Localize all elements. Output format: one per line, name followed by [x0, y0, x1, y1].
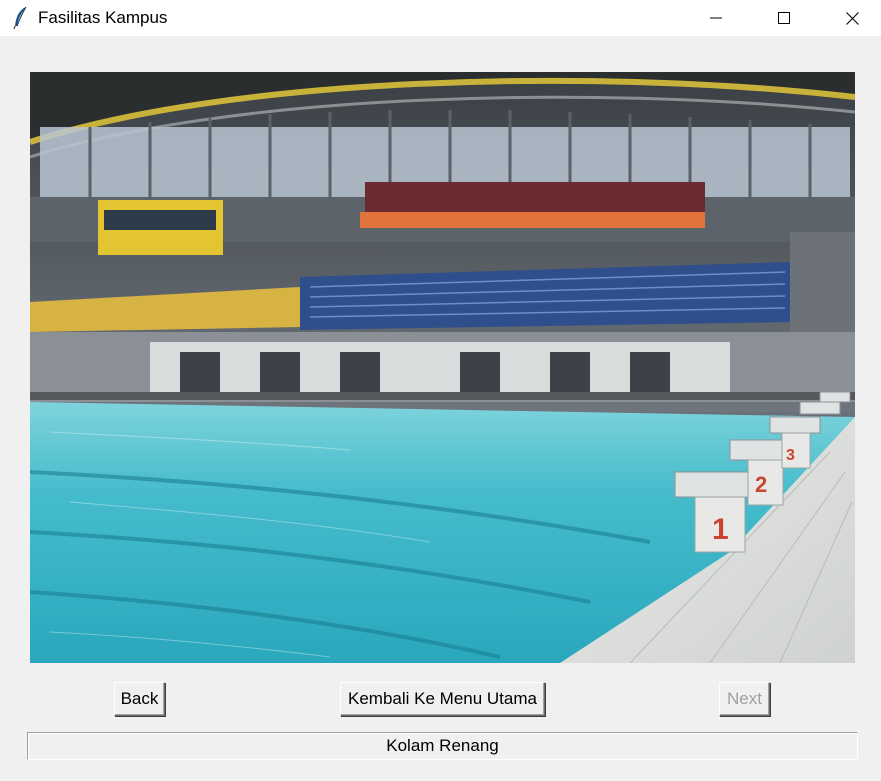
minimize-icon — [710, 17, 722, 19]
close-icon — [845, 11, 859, 25]
back-button[interactable]: Back — [114, 682, 165, 716]
svg-text:3: 3 — [786, 447, 795, 464]
facility-photo: 1 2 3 — [30, 72, 855, 663]
svg-text:1: 1 — [712, 513, 729, 546]
main-menu-button[interactable]: Kembali Ke Menu Utama — [340, 682, 545, 716]
close-button[interactable] — [829, 0, 875, 36]
maximize-icon — [778, 12, 790, 24]
minimize-button[interactable] — [693, 0, 739, 36]
facility-name-label: Kolam Renang — [27, 732, 858, 760]
title-bar[interactable]: Fasilitas Kampus — [0, 0, 881, 36]
next-button[interactable]: Next — [719, 682, 770, 716]
app-window: Fasilitas Kampus 1 2 3 Back Kembali Ke M… — [0, 0, 881, 781]
window-title: Fasilitas Kampus — [38, 8, 168, 27]
maximize-button[interactable] — [761, 0, 807, 36]
feather-icon — [13, 6, 27, 30]
swimming-pool-image: 1 2 3 — [30, 72, 855, 663]
svg-text:2: 2 — [755, 472, 767, 497]
